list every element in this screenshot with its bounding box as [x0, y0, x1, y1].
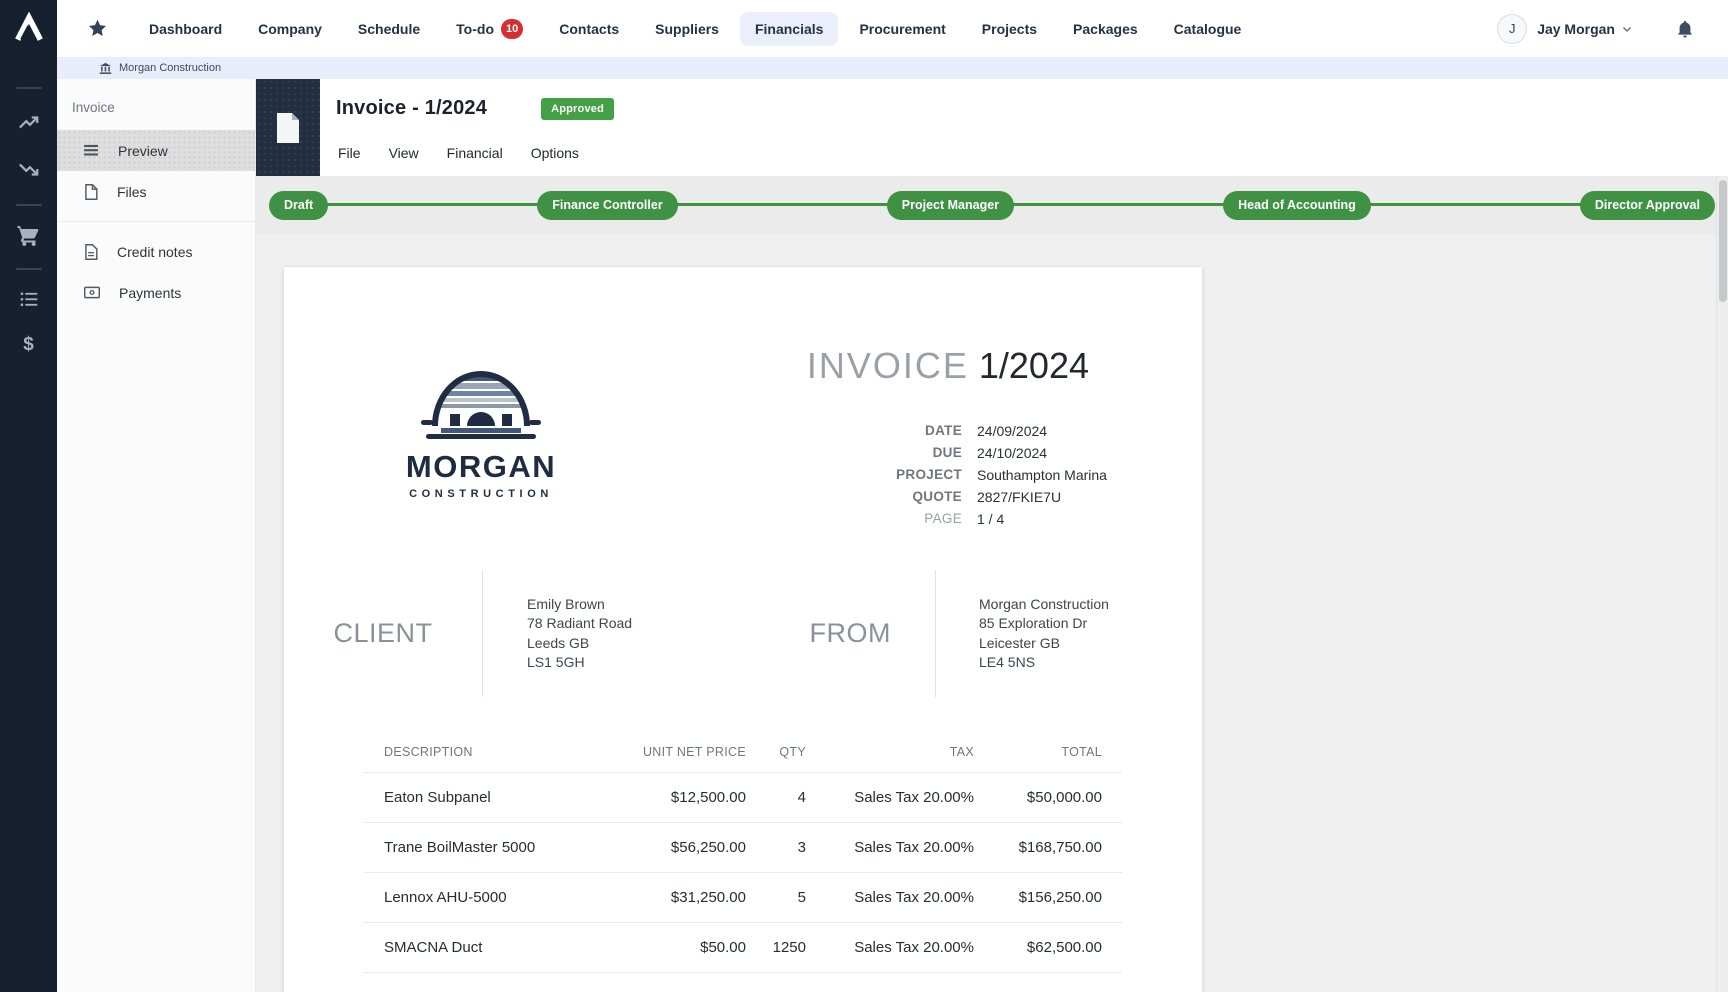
menu-file[interactable]: File — [338, 145, 361, 161]
col-total: TOTAL — [974, 745, 1122, 773]
nav-item-financials[interactable]: Financials — [740, 12, 838, 46]
avatar[interactable]: J — [1497, 14, 1527, 44]
user-name[interactable]: Jay Morgan — [1537, 21, 1615, 37]
col-unit-net-price: UNIT NET PRICE — [584, 745, 746, 773]
file-icon — [275, 112, 301, 144]
nav-item-schedule[interactable]: Schedule — [343, 12, 435, 46]
menu-options[interactable]: Options — [531, 145, 579, 161]
client-heading: CLIENT — [333, 618, 432, 649]
meta-value: Southampton Marina — [977, 464, 1117, 486]
primary-nav: Dashboard Company Schedule To-do 10 Cont… — [134, 10, 1262, 48]
notifications-bell-icon[interactable] — [1675, 19, 1695, 39]
document-thumbnail — [256, 79, 320, 176]
client-address: Emily Brown 78 Radiant Road Leeds GB LS1… — [527, 595, 632, 673]
menu-financial[interactable]: Financial — [447, 145, 503, 161]
logo-company-sub: CONSTRUCTION — [370, 488, 592, 500]
sidebar-section-label: Invoice — [72, 100, 255, 115]
meta-value: 24/09/2024 — [977, 420, 1117, 442]
trending-down-icon[interactable] — [16, 156, 42, 182]
meta-value: 24/10/2024 — [977, 442, 1117, 464]
nav-item-packages[interactable]: Packages — [1058, 12, 1153, 46]
document-icon — [84, 244, 98, 260]
invoice-title: INVOICE1/2024 — [777, 345, 1117, 387]
list-icon[interactable] — [16, 286, 42, 312]
meta-label: QUOTE — [777, 486, 962, 508]
trending-up-icon[interactable] — [16, 110, 42, 136]
app-logo-icon[interactable] — [0, 0, 57, 57]
nav-item-dashboard[interactable]: Dashboard — [134, 12, 237, 46]
workspace-breadcrumb-bar: Morgan Construction — [57, 57, 1728, 79]
workflow-step-director-approval[interactable]: Director Approval — [1580, 191, 1715, 220]
top-navigation-bar: Dashboard Company Schedule To-do 10 Cont… — [57, 0, 1728, 57]
invoice-sidebar: Invoice Preview Files Credit notes Payme… — [57, 79, 256, 992]
col-description: DESCRIPTION — [364, 745, 584, 773]
meta-value: 2827/FKIE7U — [977, 486, 1117, 508]
dollar-icon[interactable]: $ — [16, 332, 42, 358]
from-address: Morgan Construction 85 Exploration Dr Le… — [979, 595, 1109, 673]
invoice-document: MORGAN CONSTRUCTION INVOICE1/2024 DATE 24… — [284, 267, 1202, 992]
nav-item-company[interactable]: Company — [243, 12, 337, 46]
status-badge: Approved — [541, 98, 614, 120]
document-menubar: File View Financial Options — [338, 145, 579, 161]
nav-item-todo[interactable]: To-do 10 — [441, 10, 538, 48]
table-row: SMACNA Duct$50.001250Sales Tax 20.00%$62… — [364, 923, 1122, 973]
sidebar-item-payments[interactable]: Payments — [57, 272, 255, 313]
banknote-icon — [84, 286, 100, 299]
table-row: Trane BoilMaster 5000$56,250.003Sales Ta… — [364, 823, 1122, 873]
scrollbar-thumb[interactable] — [1719, 180, 1727, 302]
invoice-meta: DATE 24/09/2024 DUE 24/10/2024 PROJECT Sout… — [777, 420, 1117, 530]
workflow-step-finance-controller[interactable]: Finance Controller — [537, 191, 677, 220]
menu-view[interactable]: View — [389, 145, 419, 161]
todo-count-badge: 10 — [501, 19, 523, 39]
nav-item-projects[interactable]: Projects — [967, 12, 1052, 46]
user-menu: J Jay Morgan — [1497, 0, 1695, 57]
nav-item-procurement[interactable]: Procurement — [844, 12, 960, 46]
building-icon — [99, 62, 112, 75]
workflow-step-head-of-accounting[interactable]: Head of Accounting — [1223, 191, 1371, 220]
lines-icon — [84, 144, 99, 157]
workflow-step-project-manager[interactable]: Project Manager — [887, 191, 1014, 220]
invoice-header: Invoice - 1/2024 Approved File View Fina… — [256, 79, 1728, 176]
rail-divider — [16, 204, 42, 206]
nav-item-catalogue[interactable]: Catalogue — [1159, 12, 1257, 46]
client-from-section: CLIENT Emily Brown 78 Radiant Road Leeds… — [284, 570, 1202, 697]
left-icon-rail: $ — [0, 0, 57, 992]
sidebar-divider — [57, 221, 255, 222]
vertical-scrollbar[interactable] — [1716, 176, 1728, 992]
nav-item-suppliers[interactable]: Suppliers — [640, 12, 734, 46]
nav-item-contacts[interactable]: Contacts — [544, 12, 634, 46]
col-qty: QTY — [746, 745, 806, 773]
file-icon — [84, 184, 98, 200]
company-logo: MORGAN CONSTRUCTION — [370, 362, 592, 500]
meta-label: PROJECT — [777, 464, 962, 486]
app-root: $ Dashboard Company Schedule To-do 10 Co… — [0, 0, 1728, 992]
workflow-step-draft[interactable]: Draft — [269, 191, 328, 220]
logo-company-name: MORGAN — [370, 449, 592, 485]
rail-divider — [16, 87, 42, 89]
col-tax: TAX — [806, 745, 974, 773]
meta-value: 1 / 4 — [977, 508, 1117, 530]
page-title: Invoice - 1/2024 — [336, 97, 487, 120]
line-items-table: DESCRIPTION UNIT NET PRICE QTY TAX TOTAL… — [364, 745, 1122, 973]
table-header-row: DESCRIPTION UNIT NET PRICE QTY TAX TOTAL — [364, 745, 1122, 773]
sidebar-item-preview[interactable]: Preview — [57, 130, 255, 171]
table-row: Eaton Subpanel$12,500.004Sales Tax 20.00… — [364, 773, 1122, 823]
dome-logo-icon — [421, 362, 541, 440]
table-row: Lennox AHU-5000$31,250.005Sales Tax 20.0… — [364, 873, 1122, 923]
sidebar-item-credit-notes[interactable]: Credit notes — [57, 231, 255, 272]
sidebar-item-files[interactable]: Files — [57, 171, 255, 212]
from-heading: FROM — [810, 618, 891, 649]
main-content: Invoice - 1/2024 Approved File View Fina… — [256, 79, 1728, 992]
favorites-star-icon[interactable] — [87, 18, 108, 39]
cart-icon[interactable] — [16, 223, 42, 249]
approval-workflow: Draft Finance Controller Project Manager… — [256, 176, 1728, 234]
preview-canvas: MORGAN CONSTRUCTION INVOICE1/2024 DATE 24… — [256, 234, 1728, 992]
meta-label: DATE — [777, 420, 962, 442]
rail-divider — [16, 268, 42, 270]
chevron-down-icon[interactable] — [1621, 23, 1633, 35]
breadcrumb[interactable]: Morgan Construction — [99, 62, 221, 75]
meta-label: DUE — [777, 442, 962, 464]
meta-label: PAGE — [777, 508, 962, 530]
